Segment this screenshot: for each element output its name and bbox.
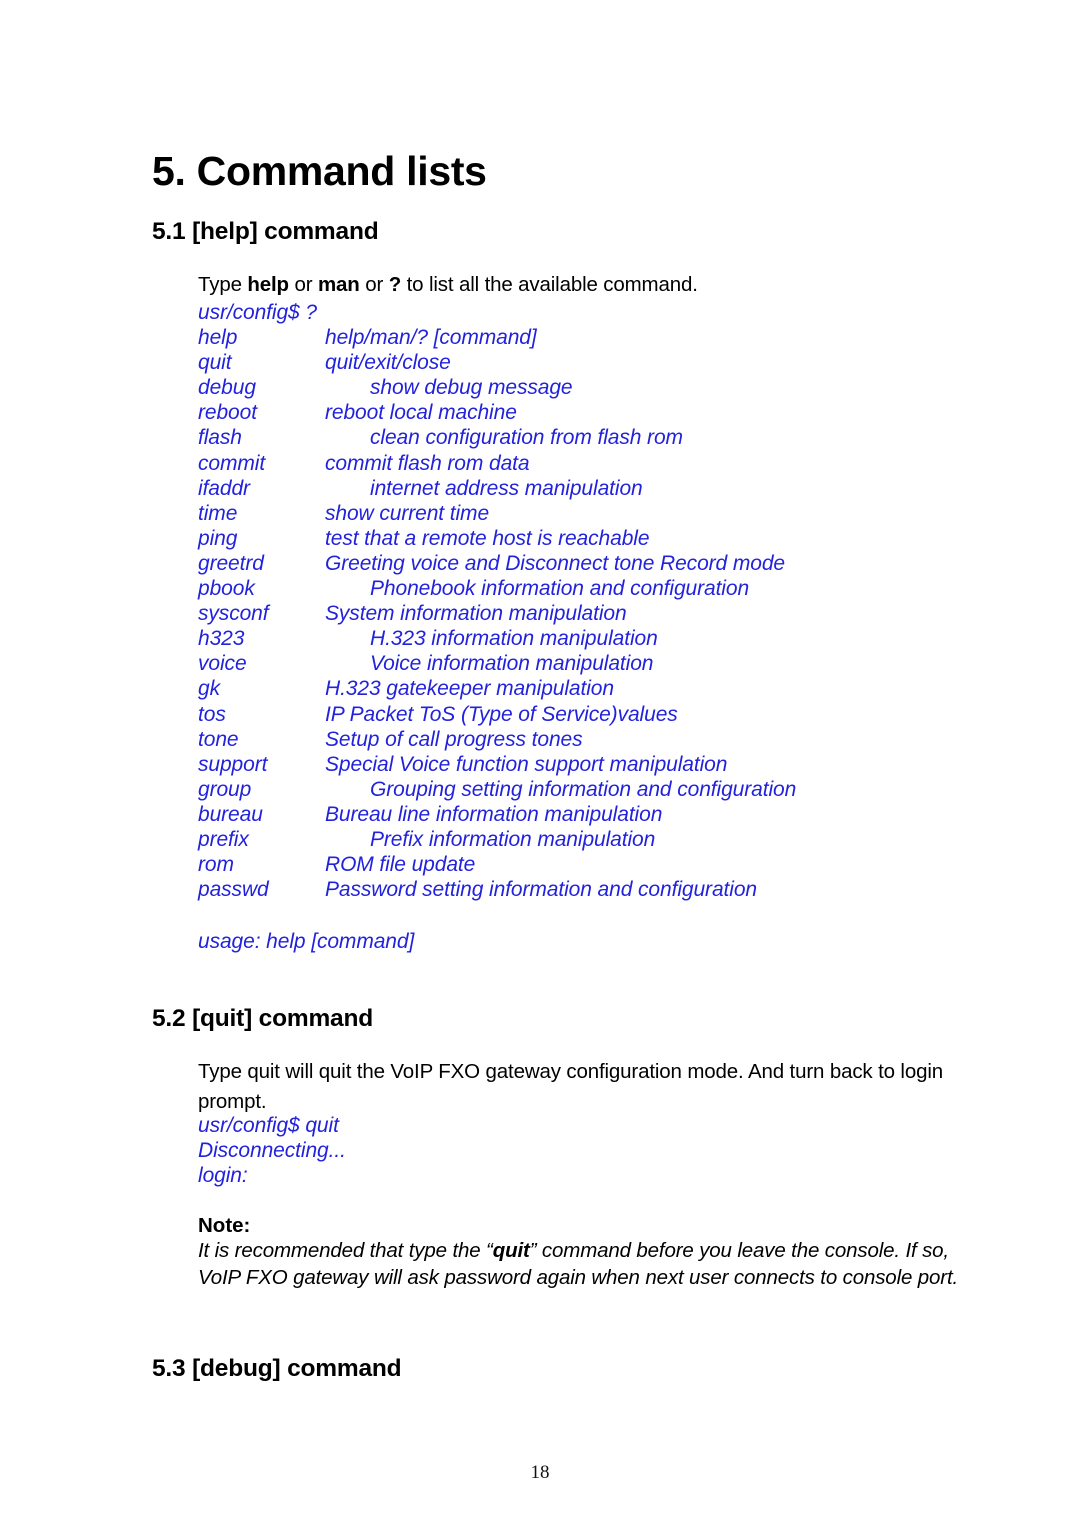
command-row: greetrd Greeting voice and Disconnect ton… bbox=[198, 551, 785, 576]
page-title: 5. Command lists bbox=[152, 148, 487, 195]
command-name: sysconf bbox=[198, 602, 269, 626]
command-name: prefix bbox=[198, 827, 249, 851]
command-row: pbook Phonebook information and configura… bbox=[198, 576, 749, 601]
intro-prefix: Type bbox=[198, 272, 248, 296]
quit-body-paragraph: Type quit will quit the VoIP FXO gateway… bbox=[198, 1059, 943, 1113]
command-list: help help/man/? [command] quit quit/exit/cl… bbox=[198, 325, 796, 902]
command-row: support Special Voice function support ma… bbox=[198, 752, 727, 777]
command-description: Greeting voice and Disconnect tone Recor… bbox=[325, 551, 785, 575]
command-description: commit flash rom data bbox=[325, 451, 530, 475]
command-description: clean configuration from flash rom bbox=[370, 426, 683, 450]
intro-suffix: to list all the available command. bbox=[401, 272, 698, 296]
page-number: 18 bbox=[530, 1462, 550, 1483]
command-description: Grouping setting information and configu… bbox=[370, 777, 797, 801]
command-description: reboot local machine bbox=[325, 401, 517, 425]
command-row: ifaddr internet address manipulation bbox=[198, 476, 643, 501]
command-description: quit/exit/close bbox=[325, 351, 451, 375]
command-description: test that a remote host is reachable bbox=[325, 526, 650, 550]
command-name: ifaddr bbox=[198, 476, 250, 500]
command-name: time bbox=[198, 501, 238, 525]
command-name: gk bbox=[198, 677, 220, 701]
command-name: group bbox=[198, 777, 252, 801]
command-name: reboot bbox=[198, 401, 257, 425]
command-row: h323 H.323 information manipulation bbox=[198, 626, 658, 651]
command-name: quit bbox=[198, 351, 232, 375]
command-name: voice bbox=[198, 652, 247, 676]
section-heading-help: 5.1 [help] command bbox=[152, 218, 379, 246]
intro-bold-question: ? bbox=[388, 272, 402, 296]
command-description: help/man/? [command] bbox=[325, 326, 537, 350]
help-usage-line: usage: help [command] bbox=[198, 930, 415, 953]
note-bold-quit: quit bbox=[492, 1239, 530, 1262]
command-row: help help/man/? [command] bbox=[198, 325, 537, 350]
command-name: h323 bbox=[198, 627, 245, 651]
section-heading-quit: 5.2 [quit] command bbox=[152, 1005, 374, 1033]
command-description: show debug message bbox=[370, 376, 573, 400]
command-row: bureau Bureau line information manipulati… bbox=[198, 802, 662, 827]
command-row: flash clean configuration from flash rom bbox=[198, 425, 683, 450]
console-line: usr/config$ quit bbox=[198, 1114, 339, 1137]
command-row: voice Voice information manipulation bbox=[198, 651, 653, 676]
command-description: Voice information manipulation bbox=[370, 652, 654, 676]
console-prompt-line: usr/config$ ? bbox=[198, 301, 317, 324]
command-description: IP Packet ToS (Type of Service)values bbox=[325, 702, 678, 726]
command-description: ROM file update bbox=[325, 853, 476, 877]
command-name: ping bbox=[198, 526, 238, 550]
command-description: Setup of call progress tones bbox=[325, 727, 583, 751]
note-body: It is recommended that type the “quit” c… bbox=[198, 1238, 973, 1291]
command-name: support bbox=[198, 752, 268, 776]
command-name: help bbox=[198, 326, 238, 350]
help-console-listing: usr/config$ ? help help/man/? [command] qu… bbox=[198, 300, 796, 902]
command-row: time show current time bbox=[198, 501, 489, 526]
command-row: debug show debug message bbox=[198, 375, 573, 400]
document-page: 5. Command lists 5.1 [help] command Type… bbox=[0, 0, 1080, 1528]
help-intro-paragraph: Type help or man or ? to list all the av… bbox=[198, 270, 958, 300]
section-heading-debug: 5.3 [debug] command bbox=[152, 1355, 402, 1383]
command-row: reboot reboot local machine bbox=[198, 400, 517, 425]
command-name: passwd bbox=[198, 878, 269, 902]
command-description: System information manipulation bbox=[325, 602, 627, 626]
command-row: passwd Password setting information and c… bbox=[198, 877, 757, 902]
command-name: greetrd bbox=[198, 551, 264, 575]
command-row: commit commit flash rom data bbox=[198, 451, 530, 476]
command-row: sysconf System information manipulation bbox=[198, 601, 627, 626]
command-description: show current time bbox=[325, 501, 490, 525]
command-row: ping test that a remote host is reachable bbox=[198, 526, 650, 551]
command-name: tos bbox=[198, 702, 226, 726]
command-row: gk H.323 gatekeeper manipulation bbox=[198, 676, 614, 701]
command-row: tos IP Packet ToS (Type of Service)values bbox=[198, 702, 678, 727]
command-description: Special Voice function support manipulat… bbox=[325, 752, 728, 776]
command-name: debug bbox=[198, 376, 256, 400]
command-description: H.323 gatekeeper manipulation bbox=[325, 677, 614, 701]
command-name: bureau bbox=[198, 802, 263, 826]
console-line: Disconnecting... bbox=[198, 1139, 346, 1163]
command-description: Password setting information and configu… bbox=[325, 878, 757, 902]
command-description: Prefix information manipulation bbox=[370, 827, 656, 851]
note-label: Note: bbox=[198, 1214, 251, 1237]
intro-bold-man: man bbox=[317, 272, 360, 296]
command-row: quit quit/exit/close bbox=[198, 350, 451, 375]
command-description: internet address manipulation bbox=[370, 476, 643, 500]
command-row: group Grouping setting information and co… bbox=[198, 777, 796, 802]
command-description: Phonebook information and configuration bbox=[370, 577, 750, 601]
command-description: Bureau line information manipulation bbox=[325, 802, 663, 826]
command-description: H.323 information manipulation bbox=[370, 627, 658, 651]
command-name: flash bbox=[198, 426, 242, 450]
note-prefix: It is recommended that type the “ bbox=[198, 1239, 493, 1262]
command-row: tone Setup of call progress tones bbox=[198, 727, 583, 752]
command-name: commit bbox=[198, 451, 266, 475]
console-line: login: bbox=[198, 1164, 248, 1188]
command-row: prefix Prefix information manipulation bbox=[198, 827, 655, 852]
command-name: pbook bbox=[198, 577, 255, 601]
quit-console-listing: usr/config$ quit Disconnecting... login: bbox=[198, 1113, 346, 1188]
intro-mid-1: or bbox=[288, 272, 318, 296]
command-name: rom bbox=[198, 853, 234, 877]
intro-mid-2: or bbox=[359, 272, 389, 296]
command-name: tone bbox=[198, 727, 239, 751]
intro-bold-help: help bbox=[247, 272, 289, 296]
command-row: rom ROM file update bbox=[198, 852, 475, 877]
